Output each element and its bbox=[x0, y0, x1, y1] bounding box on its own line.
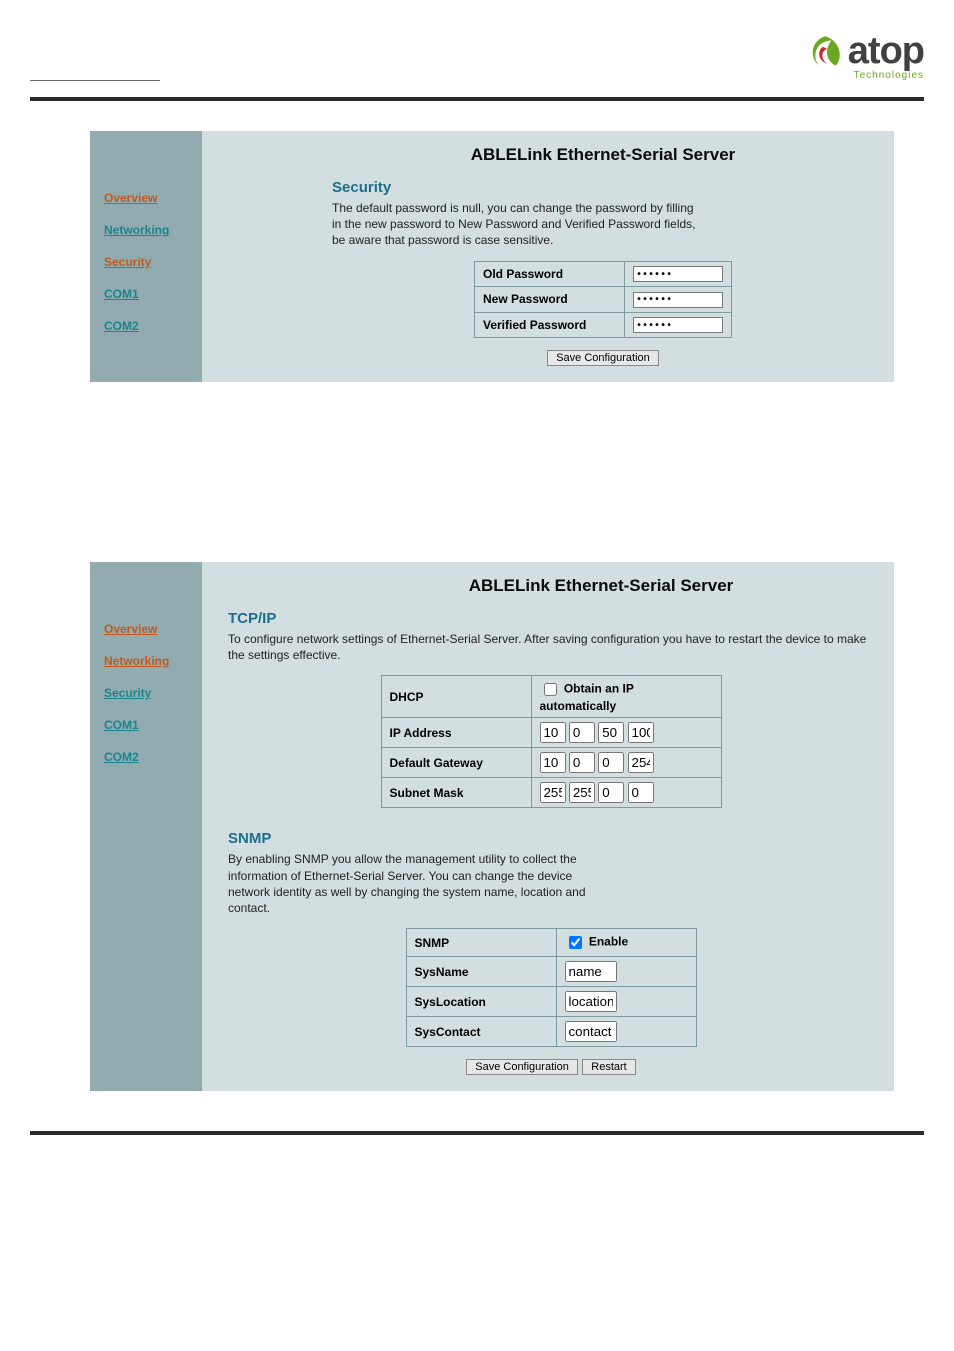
sidebar: Overview Networking Security COM1 COM2 bbox=[90, 131, 202, 382]
sidebar-item-security[interactable]: Security bbox=[104, 686, 202, 700]
sidebar-item-security[interactable]: Security bbox=[104, 255, 202, 269]
sidebar-item-com1[interactable]: COM1 bbox=[104, 287, 202, 301]
restart-button[interactable]: Restart bbox=[582, 1059, 635, 1075]
syslocation-label: SysLocation bbox=[406, 987, 556, 1017]
ip-octet-3[interactable] bbox=[598, 722, 624, 743]
syslocation-input[interactable] bbox=[565, 991, 617, 1012]
gw-octet-1[interactable] bbox=[540, 752, 566, 773]
syscontact-input[interactable] bbox=[565, 1021, 617, 1042]
header-underline bbox=[30, 69, 160, 81]
new-password-input[interactable] bbox=[633, 292, 723, 308]
snmp-table: SNMP Enable SysName SysLocation bbox=[406, 928, 697, 1047]
section-title-security: Security bbox=[332, 179, 874, 196]
mask-label: Subnet Mask bbox=[381, 778, 531, 808]
content-area: ABLELink Ethernet-Serial Server TCP/IP T… bbox=[202, 562, 894, 1091]
gateway-label: Default Gateway bbox=[381, 748, 531, 778]
content-area: ABLELink Ethernet-Serial Server Security… bbox=[202, 131, 894, 382]
ip-address-label: IP Address bbox=[381, 718, 531, 748]
old-password-label: Old Password bbox=[475, 261, 625, 287]
sidebar-item-com2[interactable]: COM2 bbox=[104, 750, 202, 764]
old-password-input[interactable] bbox=[633, 266, 723, 282]
security-desc: The default password is null, you can ch… bbox=[332, 200, 702, 249]
sidebar-item-overview[interactable]: Overview bbox=[104, 622, 202, 636]
new-password-label: New Password bbox=[475, 287, 625, 313]
sidebar-item-overview[interactable]: Overview bbox=[104, 191, 202, 205]
sidebar-item-networking[interactable]: Networking bbox=[104, 654, 202, 668]
sidebar-item-networking[interactable]: Networking bbox=[104, 223, 202, 237]
tcpip-desc: To configure network settings of Etherne… bbox=[228, 631, 874, 663]
sidebar: Overview Networking Security COM1 COM2 bbox=[90, 562, 202, 1091]
tcpip-table: DHCP Obtain an IP automatically IP Addre… bbox=[381, 675, 722, 808]
snmp-enable-checkbox[interactable] bbox=[569, 936, 582, 949]
snmp-label: SNMP bbox=[406, 929, 556, 957]
section-title-snmp: SNMP bbox=[228, 830, 874, 847]
password-table: Old Password New Password Verified Passw… bbox=[474, 261, 732, 339]
ip-octet-1[interactable] bbox=[540, 722, 566, 743]
mask-octet-4[interactable] bbox=[628, 782, 654, 803]
dhcp-checkbox[interactable] bbox=[544, 683, 557, 696]
save-configuration-button[interactable]: Save Configuration bbox=[466, 1059, 578, 1075]
ip-octet-4[interactable] bbox=[628, 722, 654, 743]
save-configuration-button[interactable]: Save Configuration bbox=[547, 350, 659, 366]
gw-octet-3[interactable] bbox=[598, 752, 624, 773]
security-panel: Overview Networking Security COM1 COM2 A… bbox=[90, 131, 894, 382]
sysname-label: SysName bbox=[406, 957, 556, 987]
dhcp-label: DHCP bbox=[381, 676, 531, 718]
gw-octet-2[interactable] bbox=[569, 752, 595, 773]
banner-title: ABLELink Ethernet-Serial Server bbox=[332, 145, 874, 165]
gw-octet-4[interactable] bbox=[628, 752, 654, 773]
snmp-enable-text: Enable bbox=[589, 935, 628, 949]
verified-password-label: Verified Password bbox=[475, 312, 625, 338]
sidebar-item-com1[interactable]: COM1 bbox=[104, 718, 202, 732]
top-rule bbox=[30, 97, 924, 101]
bottom-rule bbox=[30, 1131, 924, 1135]
mask-octet-2[interactable] bbox=[569, 782, 595, 803]
mask-octet-3[interactable] bbox=[598, 782, 624, 803]
networking-panel: Overview Networking Security COM1 COM2 A… bbox=[90, 562, 894, 1091]
snmp-desc: By enabling SNMP you allow the managemen… bbox=[228, 851, 598, 916]
logo: atop Technologies bbox=[804, 30, 924, 81]
section-title-tcpip: TCP/IP bbox=[228, 610, 874, 627]
verified-password-input[interactable] bbox=[633, 317, 723, 333]
syscontact-label: SysContact bbox=[406, 1017, 556, 1047]
sysname-input[interactable] bbox=[565, 961, 617, 982]
banner-title: ABLELink Ethernet-Serial Server bbox=[228, 576, 874, 596]
sidebar-item-com2[interactable]: COM2 bbox=[104, 319, 202, 333]
ip-octet-2[interactable] bbox=[569, 722, 595, 743]
mask-octet-1[interactable] bbox=[540, 782, 566, 803]
logo-text: atop bbox=[848, 32, 924, 70]
logo-swoosh-icon bbox=[804, 30, 846, 72]
